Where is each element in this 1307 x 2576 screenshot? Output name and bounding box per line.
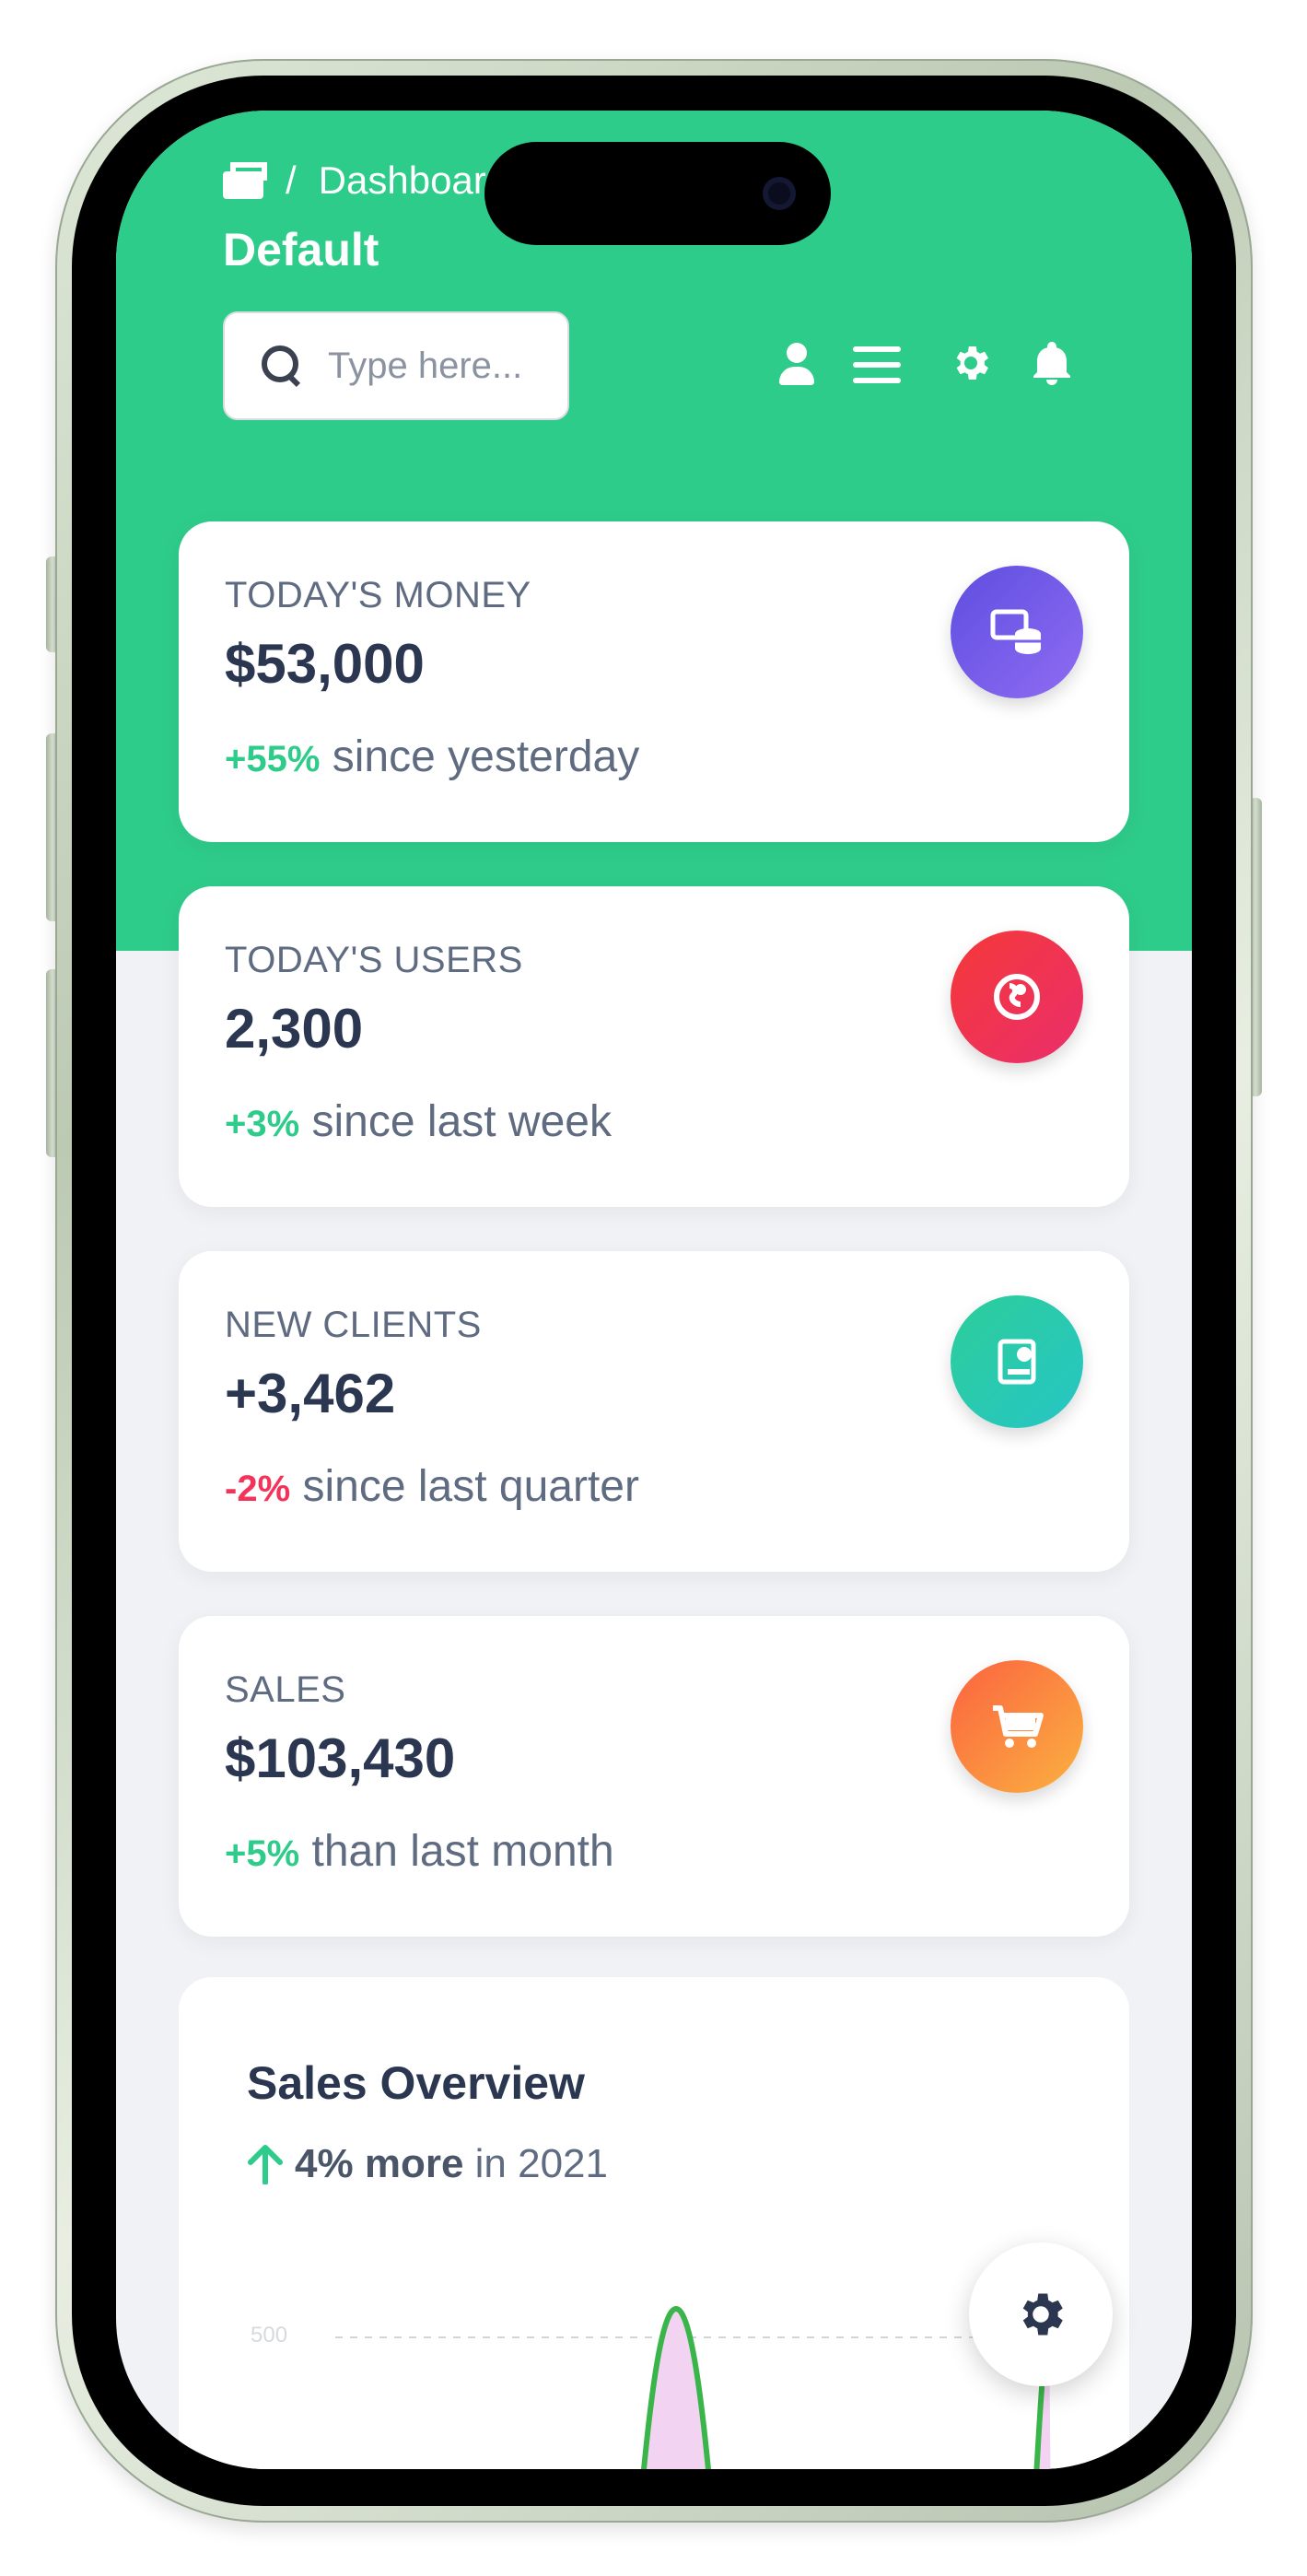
stat-value: $103,430 xyxy=(225,1727,456,1789)
stat-label: SALES xyxy=(225,1669,346,1710)
sales-chart: 500 xyxy=(251,2305,1052,2469)
stat-change: +3% xyxy=(225,1104,300,1144)
search-icon xyxy=(262,345,302,386)
user-icon[interactable] xyxy=(776,343,820,387)
breadcrumb-separator: / xyxy=(286,158,297,202)
stat-change-suffix: since yesterday xyxy=(320,732,640,781)
stat-change-suffix: than last month xyxy=(299,1827,614,1876)
search-box[interactable] xyxy=(223,311,569,420)
app-screen: / Dashboard Default TODAY'S MONEY $53,00… xyxy=(116,111,1192,2469)
paper-diploma-icon xyxy=(951,1295,1083,1428)
y-tick-label: 500 xyxy=(251,2323,287,2348)
settings-fab[interactable] xyxy=(969,2242,1113,2386)
world-icon xyxy=(951,931,1083,1063)
stat-change: +55% xyxy=(225,739,321,779)
stat-change: -2% xyxy=(225,1469,291,1509)
camera-icon xyxy=(763,177,796,210)
stat-change: +5% xyxy=(225,1833,300,1874)
stat-change-suffix: since last quarter xyxy=(290,1462,639,1511)
stat-change-line: +5% than last month xyxy=(225,1826,614,1877)
page-title: Default xyxy=(223,224,379,275)
cart-icon xyxy=(951,1660,1083,1793)
gear-icon[interactable] xyxy=(949,341,993,385)
stat-label: NEW CLIENTS xyxy=(225,1305,482,1345)
stat-value: $53,000 xyxy=(225,633,425,695)
dynamic-island xyxy=(484,142,831,245)
money-coins-icon xyxy=(951,566,1083,698)
stat-change-line: +55% since yesterday xyxy=(225,732,639,782)
menu-icon[interactable] xyxy=(853,346,901,391)
stat-change-line: +3% since last week xyxy=(225,1096,612,1147)
stat-value: 2,300 xyxy=(225,998,364,1060)
search-input[interactable] xyxy=(328,345,549,387)
stat-card-sales: SALES $103,430 +5% than last month xyxy=(179,1616,1129,1937)
bell-icon[interactable] xyxy=(1032,341,1076,385)
sales-overview-card: Sales Overview 4% more in 2021 500 xyxy=(179,1977,1129,2469)
stat-label: TODAY'S MONEY xyxy=(225,575,531,615)
breadcrumb-current[interactable]: Dashboard xyxy=(319,158,508,203)
stat-card-money: TODAY'S MONEY $53,000 +55% since yesterd… xyxy=(179,521,1129,842)
stat-change-line: -2% since last quarter xyxy=(225,1461,639,1512)
stat-change-suffix: since last week xyxy=(299,1097,612,1146)
breadcrumb: / Dashboard xyxy=(223,158,508,203)
stat-label: TODAY'S USERS xyxy=(225,940,523,980)
gear-icon xyxy=(1022,2293,1063,2336)
home-icon[interactable] xyxy=(223,162,267,199)
stat-card-users: TODAY'S USERS 2,300 +3% since last week xyxy=(179,886,1129,1207)
stat-value: +3,462 xyxy=(225,1363,396,1424)
stat-card-clients: NEW CLIENTS +3,462 -2% since last quarte… xyxy=(179,1251,1129,1572)
